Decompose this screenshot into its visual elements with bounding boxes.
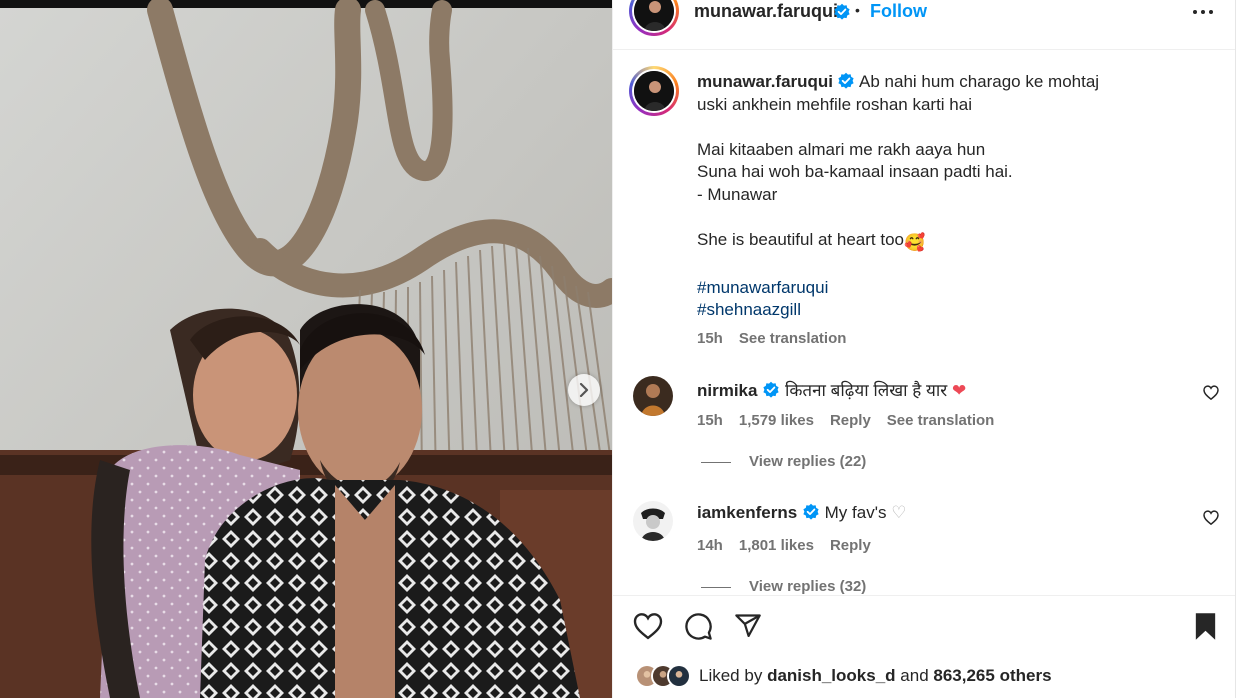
comment-likes-count[interactable]: 1,579 likes [739,412,814,429]
commenter-avatar[interactable] [633,376,673,416]
comment-bubble-icon[interactable] [684,612,713,641]
comment-text-row: iamkenferns My fav's ♡ [697,503,906,523]
liked-by-user[interactable]: danish_looks_d [767,666,895,685]
chevron-right-icon [579,383,589,397]
share-send-icon[interactable] [734,612,762,640]
comment-time: 14h [697,537,723,554]
smiling-hearts-emoji-icon: 🥰 [903,232,926,252]
verified-badge-icon [834,3,850,20]
comment-meta: 14h 1,801 likes Reply [697,537,887,554]
hashtag-shehnaazgill[interactable]: #shehnaazgill [697,299,1207,322]
caption-line: Suna hai woh ba-kamaal insaan padti hai. [697,162,1013,181]
caption-meta: 15h See translation [697,328,1207,351]
verified-badge-icon [763,381,779,398]
post-header: munawar.faruqui • Follow [613,0,1236,50]
liked-by-row: Liked by danish_looks_d and 863,265 othe… [635,664,1052,688]
like-comment-heart-icon[interactable] [1203,385,1219,400]
post-actions-bar: Liked by danish_looks_d and 863,265 othe… [613,595,1236,698]
replies-divider [701,461,731,463]
follow-button[interactable]: Follow [870,1,927,22]
next-photo-button[interactable] [568,374,600,406]
caption-line: Mai kitaaben almari me rakh aaya hun [697,139,986,159]
hashtag-munawarfaruqui[interactable]: #munawarfaruqui [697,277,1207,300]
like-heart-icon[interactable] [633,612,663,640]
author-username[interactable]: munawar.faruqui [694,1,838,22]
view-replies-button[interactable]: View replies (22) [701,453,866,470]
commenter-username[interactable]: iamkenferns [697,503,797,522]
caption-line: Ab nahi hum charago ke mohtaj [859,72,1100,91]
liker-avatar[interactable] [667,664,691,688]
caption-line: - Munawar [697,184,778,204]
comment-body: My fav's [824,503,887,522]
caption-author-avatar[interactable] [629,66,679,116]
caption-line: She is beautiful at heart too [697,229,904,249]
liked-by-and: and [900,666,929,685]
caption-time: 15h [697,329,723,347]
caption-line: uski ankhein mehfile roshan karti hai [697,94,972,114]
like-comment-heart-icon[interactable] [1203,510,1219,525]
reply-button[interactable]: Reply [830,537,871,554]
view-replies-button[interactable]: View replies (32) [701,578,866,595]
see-translation-button[interactable]: See translation [887,412,995,429]
liked-by-prefix: Liked by [699,666,763,685]
post-photo[interactable] [0,0,612,698]
view-replies-label: View replies (22) [749,453,867,470]
white-heart-emoji-icon: ♡ [891,503,907,522]
more-options-icon[interactable] [1191,2,1215,22]
photo-illustration [0,0,612,698]
avatar-image [634,71,674,111]
comments-section[interactable]: munawar.faruqui Ab nahi hum charago ke m… [613,51,1236,595]
comment-meta: 15h 1,579 likes Reply See translation [697,412,1010,429]
likes-count[interactable]: 863,265 others [933,666,1051,685]
page-scrollbar[interactable] [1235,0,1246,698]
reply-button[interactable]: Reply [830,412,871,429]
commenter-username[interactable]: nirmika [697,381,757,400]
liked-by-text: Liked by danish_looks_d and 863,265 othe… [699,666,1052,686]
post-side-panel: munawar.faruqui • Follow munawar.faruqui… [612,0,1236,698]
post-caption: munawar.faruqui Ab nahi hum charago ke m… [697,71,1207,350]
comment-text-row: nirmika कितना बढ़िया लिखा है यार ❤ [697,378,966,401]
author-avatar[interactable] [629,0,679,36]
caption-see-translation-button[interactable]: See translation [739,330,847,347]
separator-dot: • [855,2,860,18]
caption-username[interactable]: munawar.faruqui [697,72,833,91]
verified-badge-icon [838,72,854,89]
view-replies-label: View replies (32) [749,578,867,595]
red-heart-emoji-icon: ❤ [952,381,967,400]
comment-body: कितना बढ़िया लिखा है यार [784,381,948,400]
comment-likes-count[interactable]: 1,801 likes [739,537,814,554]
comment-time: 15h [697,412,723,429]
saved-bookmark-icon[interactable] [1193,612,1218,641]
commenter-avatar[interactable] [633,501,673,541]
avatar-image [634,0,674,31]
verified-badge-icon [803,503,819,520]
replies-divider [701,586,731,588]
